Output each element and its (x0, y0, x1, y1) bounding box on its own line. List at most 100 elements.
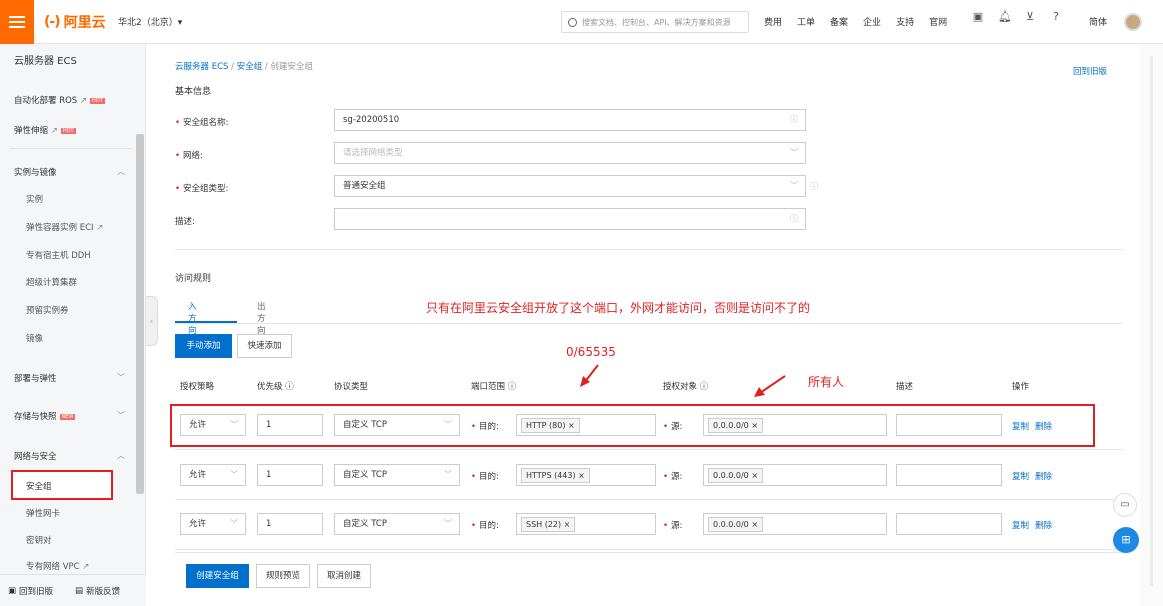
desc-input[interactable]: ⓘ (334, 208, 806, 230)
port-input[interactable]: HTTPS (443) × (516, 464, 656, 486)
sidebar-item-autoscaling[interactable]: 弹性伸缩 ↗ HOT (14, 124, 76, 136)
sidebar-item-ddh[interactable]: 专有宿主机 DDH (26, 249, 91, 261)
chevron-up-icon[interactable]: ︿ (117, 450, 125, 461)
apps-icon[interactable]: ⊞ (1113, 527, 1139, 553)
name-input[interactable]: sg-20200510 ⓘ (334, 109, 806, 131)
bell-icon[interactable]: 🔔︎ (998, 11, 1012, 23)
col-desc: 描述 (896, 382, 914, 392)
src-label: • 源: (663, 521, 683, 531)
page-scrollbar[interactable] (1140, 44, 1163, 606)
annotation-note: 只有在阿里云安全组开放了这个端口，外网才能访问，否则是访问不了的 (426, 301, 811, 315)
desc-label: 描述: (175, 217, 195, 227)
sidebar-item-label: 弹性容器实例 ECI (26, 223, 94, 233)
create-security-group-button[interactable]: 创建安全组 (186, 564, 249, 588)
sidebar-collapse-handle[interactable]: ‹ (146, 296, 158, 346)
feedback-icon: ▤ (75, 585, 84, 596)
terminal-icon[interactable]: ▣ (972, 11, 984, 23)
info-icon[interactable]: ⓘ (810, 181, 818, 192)
chevron-down-icon: ﹀ (444, 470, 452, 479)
tab-outbound[interactable]: 出方向 (257, 300, 266, 336)
nav-enterprise[interactable]: 企业 (863, 15, 881, 28)
protocol-select[interactable]: 自定义 TCP ﹀ (334, 464, 460, 486)
chat-icon[interactable]: ▭ (1113, 493, 1137, 517)
chevron-down-icon: ﹀ (444, 519, 452, 528)
port-tag: SSH (22) × (521, 517, 576, 532)
breadcrumb-current: 创建安全组 (270, 62, 313, 72)
nav-official[interactable]: 官网 (929, 15, 947, 28)
sidebar-group-network[interactable]: 网络与安全 (14, 450, 57, 462)
rule-preview-button[interactable]: 规则预览 (256, 564, 310, 588)
port-input[interactable]: SSH (22) × (516, 513, 656, 535)
breadcrumb-security-group[interactable]: 安全组 (237, 62, 263, 72)
sidebar-feedback[interactable]: 新版反馈 (86, 585, 120, 597)
rule-desc-input[interactable] (896, 464, 1002, 486)
chevron-up-icon[interactable]: ︿ (117, 166, 125, 177)
protocol-select[interactable]: 自定义 TCP ﹀ (334, 513, 460, 535)
priority-input[interactable]: 1 (257, 513, 323, 535)
sidebar-scrollbar[interactable] (136, 134, 144, 494)
sidebar-divider (10, 148, 132, 149)
sidebar-item-eni[interactable]: 弹性网卡 (26, 507, 60, 519)
sidebar-item-ros[interactable]: 自动化部署 ROS ↗ HOT (14, 94, 105, 106)
sidebar-item-security-group[interactable]: 安全组 (11, 470, 113, 500)
nav-ticket[interactable]: 工单 (797, 15, 815, 28)
col-source: 授权对象 ⓘ (663, 382, 709, 392)
aliyun-logo[interactable]: (-) 阿里云 (44, 12, 106, 32)
menu-icon[interactable] (0, 0, 34, 44)
rules-title: 访问规则 (175, 274, 212, 284)
tab-inbound[interactable]: 入方向 (188, 300, 197, 336)
sidebar-item-keypair[interactable]: 密钥对 (26, 534, 52, 546)
help-icon[interactable]: ? (1050, 11, 1062, 23)
sidebar-item-vpc[interactable]: 专有网络 VPC ↗ (26, 560, 89, 572)
network-select[interactable]: 请选择网络类型 ﹀ (334, 142, 806, 164)
sidebar-group-deploy[interactable]: 部署与弹性 (14, 372, 57, 384)
nav-support[interactable]: 支持 (896, 15, 914, 28)
region-selector[interactable]: 华北2（北京）▾ (118, 15, 182, 28)
sidebar-item-label: 弹性伸缩 (14, 126, 49, 136)
delete-link[interactable]: 删除 (1035, 470, 1052, 482)
copy-link[interactable]: 复制 (1012, 470, 1029, 482)
arrow-icon (754, 375, 786, 397)
top-icons: ▣ 🔔︎ ⊻ ? (972, 11, 1062, 23)
sidebar-old-version[interactable]: 回到旧版 (19, 585, 53, 597)
nav-icp[interactable]: 备案 (830, 15, 848, 28)
source-input[interactable]: 0.0.0.0/0 × (703, 464, 887, 486)
back-to-old-link[interactable]: 回到旧版 (1073, 65, 1107, 77)
source-tag: 0.0.0.0/0 × (708, 468, 764, 483)
sidebar-group-instances[interactable]: 实例与镜像 (14, 166, 57, 178)
copy-link[interactable]: 复制 (1012, 519, 1029, 531)
top-bar: (-) 阿里云 华北2（北京）▾ 搜索文档、控制台、API、解决方案和资源 费用… (0, 0, 1163, 44)
quick-add-button[interactable]: 快速添加 (237, 334, 292, 358)
cancel-create-button[interactable]: 取消创建 (317, 564, 371, 588)
type-label: • 安全组类型: (175, 184, 229, 194)
rule-desc-input[interactable] (896, 513, 1002, 535)
sidebar-item-instance[interactable]: 实例 (26, 193, 43, 205)
info-icon: ⓘ (790, 214, 798, 223)
policy-select[interactable]: 允许 ﹀ (180, 513, 246, 535)
sidebar-item-reserved[interactable]: 预留实例券 (26, 304, 69, 316)
hot-badge: HOT (60, 127, 76, 134)
chevron-down-icon[interactable]: ﹀ (117, 372, 125, 383)
arrow-icon (580, 364, 599, 387)
breadcrumb-ecs[interactable]: 云服务器 ECS (175, 62, 228, 72)
search-input[interactable]: 搜索文档、控制台、API、解决方案和资源 (561, 11, 749, 33)
annotation-everyone: 所有人 (808, 375, 845, 389)
source-input[interactable]: 0.0.0.0/0 × (703, 513, 887, 535)
col-actions: 操作 (1012, 382, 1030, 392)
sidebar-item-scc[interactable]: 超级计算集群 (26, 276, 77, 288)
sidebar-group-storage[interactable]: 存储与快照 NEW (14, 410, 76, 422)
sidebar: 云服务器 ECS 自动化部署 ROS ↗ HOT 弹性伸缩 ↗ HOT 实例与镜像 … (0, 44, 146, 606)
manual-add-button[interactable]: 手动添加 (175, 334, 232, 358)
delete-link[interactable]: 删除 (1035, 519, 1052, 531)
type-select[interactable]: 普通安全组 ﹀ (334, 175, 806, 197)
priority-input[interactable]: 1 (257, 464, 323, 486)
avatar[interactable] (1124, 13, 1142, 31)
sidebar-item-eci[interactable]: 弹性容器实例 ECI ↗ (26, 221, 103, 233)
chevron-down-icon[interactable]: ﹀ (117, 410, 125, 421)
language-switch[interactable]: 简体 (1089, 15, 1107, 28)
nav-billing[interactable]: 费用 (764, 15, 782, 28)
sidebar-item-images[interactable]: 镜像 (26, 332, 43, 344)
policy-select[interactable]: 允许 ﹀ (180, 464, 246, 486)
col-protocol: 协议类型 (334, 382, 369, 392)
cart-icon[interactable]: ⊻ (1024, 11, 1036, 23)
